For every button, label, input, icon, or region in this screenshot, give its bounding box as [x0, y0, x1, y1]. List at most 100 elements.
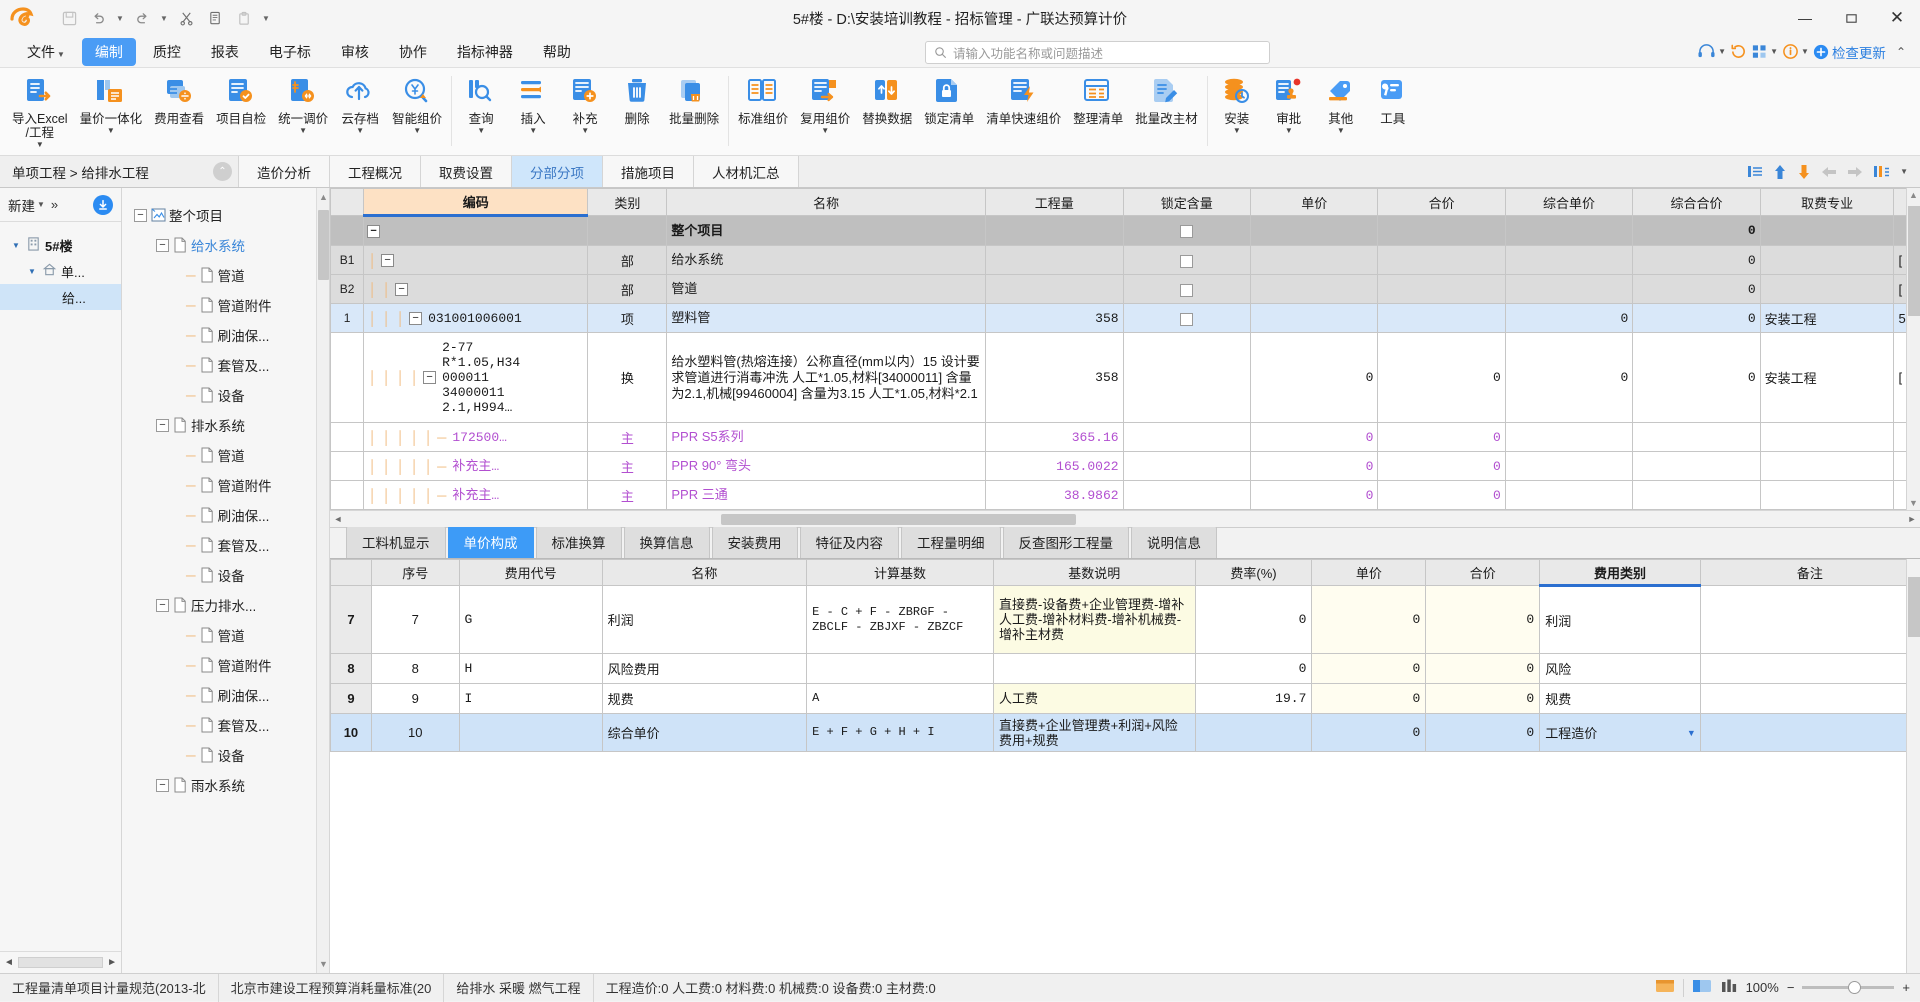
cell-comp-total-price[interactable]: 0: [1632, 332, 1761, 423]
detail-column-header[interactable]: 备注: [1699, 559, 1920, 586]
cell-unit-price[interactable]: [1249, 303, 1379, 333]
detail-cell-rate[interactable]: 19.7: [1194, 683, 1313, 714]
detail-cell-fee-code[interactable]: G: [458, 585, 603, 654]
detail-cell-base[interactable]: A: [806, 683, 995, 714]
cell-code-container[interactable]: │ │ │ │ −2-77 R*1.05,H34 000011 34000011 2.1,H99…: [363, 332, 589, 423]
more-button[interactable]: »: [51, 197, 58, 212]
cell-category[interactable]: 主: [587, 480, 668, 510]
move-down-icon[interactable]: [1797, 164, 1811, 180]
detail-tab[interactable]: 安装费用: [711, 526, 798, 558]
detail-column-header[interactable]: 费用代号: [458, 559, 603, 586]
tab-project-overview[interactable]: 工程概况: [329, 156, 421, 187]
detail-column-header[interactable]: 基数说明: [993, 559, 1196, 586]
cell-profession[interactable]: [1759, 245, 1895, 275]
cell-code-container[interactable]: −: [363, 215, 589, 246]
detail-cell-base[interactable]: E + F + G + H + I: [806, 713, 995, 752]
tree-expander[interactable]: −: [156, 238, 169, 252]
settings-grid-icon[interactable]: [1873, 164, 1890, 179]
table-view-icon[interactable]: [1655, 978, 1675, 997]
chevron-down-icon[interactable]: ▼: [1337, 126, 1345, 135]
lock-checkbox[interactable]: [1180, 312, 1194, 326]
detail-tab[interactable]: 换算信息: [623, 526, 710, 558]
chevron-down-icon[interactable]: ▼: [107, 126, 115, 135]
chevron-down-icon[interactable]: ▼: [1233, 126, 1241, 135]
ribbon-standard-price[interactable]: 标准组价: [732, 72, 794, 126]
detail-cell-unit-price[interactable]: 0: [1311, 683, 1427, 714]
new-button[interactable]: 新建 ▼: [8, 195, 45, 215]
scroll-thumb[interactable]: [721, 514, 1076, 525]
division-grid-hscroll[interactable]: ◄ ►: [330, 510, 1920, 527]
cell-total-price[interactable]: [1377, 215, 1506, 246]
check-update-button[interactable]: 检查更新: [1813, 42, 1886, 62]
collapse-panel-icon[interactable]: ⌃: [213, 162, 232, 181]
detail-cell-note[interactable]: [1699, 585, 1920, 654]
cell-quantity[interactable]: 358: [984, 332, 1124, 423]
detail-grid-vscroll[interactable]: [1906, 559, 1920, 973]
row-expander[interactable]: −: [423, 371, 437, 384]
cell-name[interactable]: 管道: [666, 274, 986, 304]
tab-measure-items[interactable]: 措施项目: [602, 156, 694, 187]
zoom-slider[interactable]: [1802, 981, 1895, 994]
ribbon-self-check[interactable]: 项目自检: [210, 72, 272, 126]
tree-node[interactable]: ─ 管道: [128, 620, 329, 650]
detail-row[interactable]: 7 7 G 利润 E - C + F - ZBRGF - ZBCLF - ZBJXF -…: [330, 585, 1920, 654]
cell-profession[interactable]: [1759, 451, 1895, 481]
table-row[interactable]: │ │ │ │ −2-77 R*1.05,H34 000011 34000011 2.1,H99…: [329, 332, 1920, 423]
tree-node[interactable]: ─ 套管及...: [128, 710, 329, 740]
cell-profession[interactable]: [1759, 422, 1895, 452]
ribbon-unified-price[interactable]: 统一调价 ▼: [272, 72, 334, 135]
cell-code-container[interactable]: │ │ −: [363, 274, 589, 304]
cell-comp-total-price[interactable]: 0: [1632, 274, 1761, 304]
cell-unit-price[interactable]: 0: [1249, 332, 1379, 423]
menu-item-indicator[interactable]: 指标神器: [444, 38, 526, 66]
scroll-thumb[interactable]: [1908, 206, 1920, 316]
lock-checkbox[interactable]: [1180, 283, 1194, 297]
cell-code-container[interactable]: │ │ │ │ │ ─ 补充主…: [363, 480, 589, 510]
detail-tab[interactable]: 反查图形工程量: [1002, 526, 1129, 558]
cell-unit-price[interactable]: [1249, 215, 1379, 246]
detail-cell-fee-code[interactable]: [458, 713, 603, 752]
detail-cell-total[interactable]: 0: [1425, 585, 1541, 654]
menu-item-collab[interactable]: 协作: [386, 38, 440, 66]
project-panel-hscroll[interactable]: ◄ ►: [0, 951, 121, 973]
detail-cell-note[interactable]: [1699, 683, 1920, 714]
ribbon-lock-list[interactable]: 锁定清单: [918, 72, 980, 126]
apps-icon[interactable]: ▼: [1751, 43, 1778, 60]
cell-quantity[interactable]: 365.16: [984, 422, 1124, 452]
cell-category[interactable]: 部: [587, 245, 668, 275]
tree-node[interactable]: ─ 管道附件: [128, 290, 329, 320]
cell-total-price[interactable]: [1377, 303, 1506, 333]
cell-lock-content[interactable]: [1122, 451, 1251, 481]
cell-total-price[interactable]: 0: [1377, 422, 1506, 452]
cell-unit-price[interactable]: [1249, 274, 1379, 304]
chevron-down-icon[interactable]: ▼: [36, 140, 44, 149]
cell-comp-unit-price[interactable]: [1504, 480, 1634, 510]
detail-column-header[interactable]: 费率(%): [1194, 559, 1313, 586]
search-box[interactable]: 请输入功能名称或问题描述: [925, 41, 1270, 64]
detail-row[interactable]: 8 8 H 风险费用 0 0 0 风险: [330, 653, 1920, 684]
cell-total-price[interactable]: 0: [1377, 480, 1506, 510]
detail-cell-fee-code[interactable]: H: [458, 653, 603, 684]
zoom-out-button[interactable]: −: [1787, 980, 1795, 995]
ribbon-other[interactable]: 其他 ▼: [1315, 72, 1367, 135]
cell-comp-total-price[interactable]: 0: [1632, 245, 1761, 275]
move-right-icon[interactable]: [1847, 165, 1863, 179]
tab-fee-settings[interactable]: 取费设置: [420, 156, 512, 187]
layout-view-icon[interactable]: [1692, 978, 1712, 997]
table-row[interactable]: 1 │ │ │ −031001006001 项塑料管 358 0 0 安装工程 5: [329, 303, 1920, 333]
redo-icon[interactable]: [129, 5, 155, 31]
table-row[interactable]: │ │ │ │ │ ─ 补充主… 主 PPR 三通 38.9862 0 0: [329, 480, 1920, 510]
cell-quantity[interactable]: 358: [984, 303, 1124, 333]
cell-comp-unit-price[interactable]: [1504, 422, 1634, 452]
cell-comp-unit-price[interactable]: [1504, 274, 1634, 304]
paste-dropdown-icon[interactable]: ▼: [260, 5, 272, 31]
column-header-rownum[interactable]: [329, 188, 365, 216]
detail-cell-unit-price[interactable]: 0: [1311, 653, 1427, 684]
column-header-cprice[interactable]: 综合单价: [1504, 188, 1634, 216]
tree-node[interactable]: − 给水系统: [128, 230, 329, 260]
ribbon-quick-price[interactable]: 清单快速组价: [980, 72, 1067, 126]
cell-lock-content[interactable]: [1122, 480, 1251, 510]
cell-comp-total-price[interactable]: 0: [1632, 303, 1761, 333]
move-up-icon[interactable]: [1773, 164, 1787, 180]
ribbon-collapse-icon[interactable]: ⌃: [1896, 45, 1906, 59]
